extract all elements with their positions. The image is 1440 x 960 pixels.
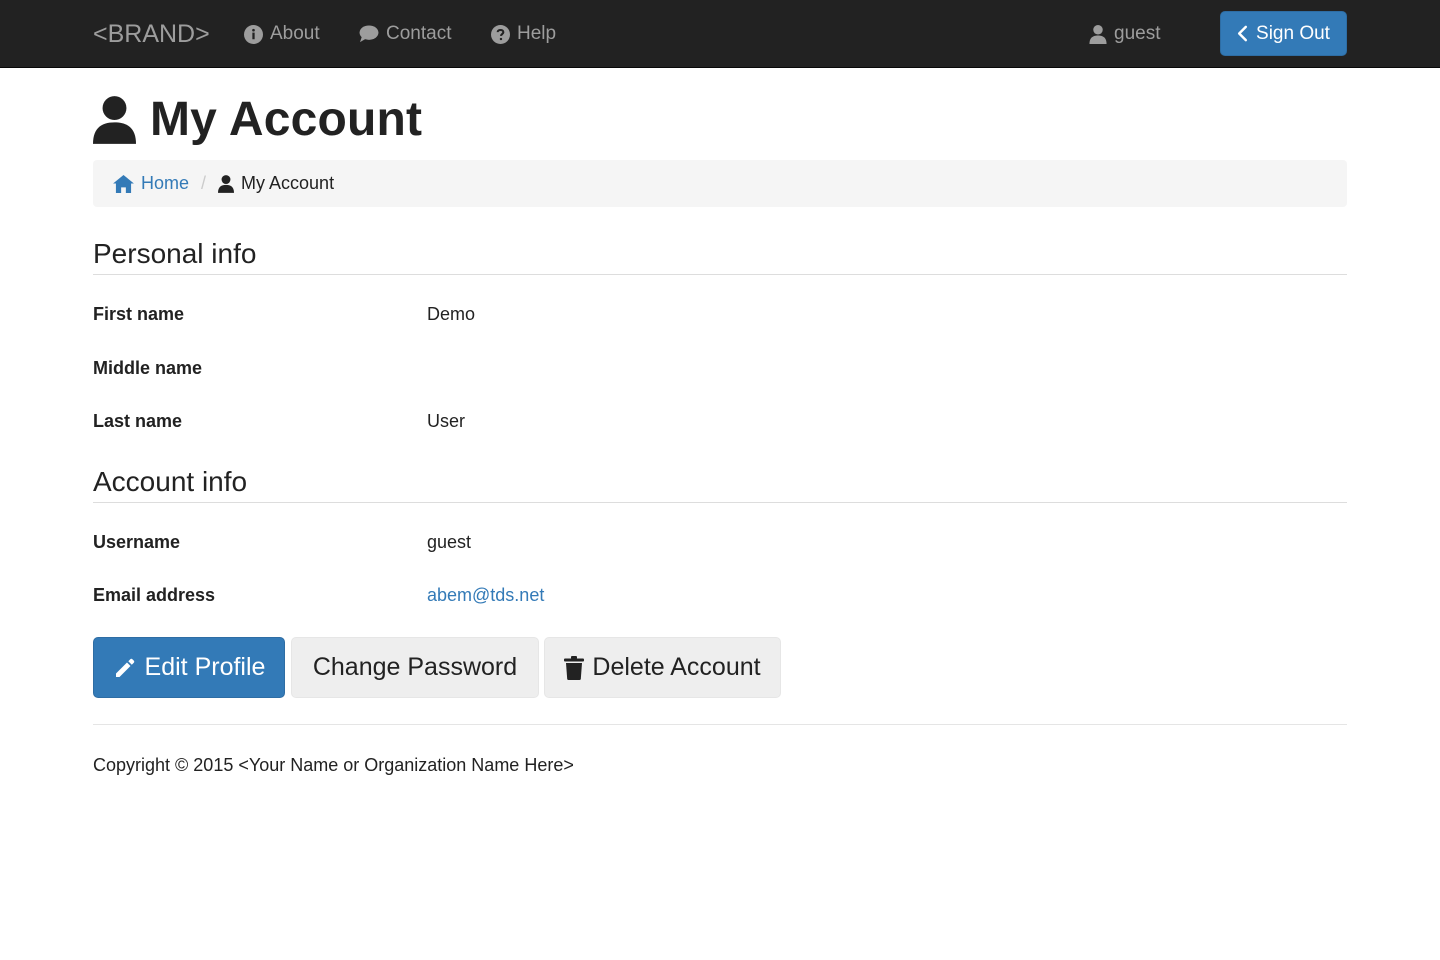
user-icon	[218, 174, 235, 193]
footer-copyright: Copyright © 2015 <Your Name or Organizat…	[93, 755, 574, 775]
user-icon	[93, 96, 136, 144]
change-password-button[interactable]: Change Password	[291, 637, 539, 698]
change-password-label: Change Password	[312, 653, 518, 681]
nav-contact-link[interactable]: Contact	[359, 20, 451, 48]
username-label: Username	[93, 532, 181, 552]
chevron-left-icon	[1237, 25, 1248, 42]
navbar: <BRAND> About Contact Help guest Sign Ou…	[0, 0, 1440, 68]
account-info-heading: Account info	[93, 467, 1347, 503]
delete-account-label: Delete Account	[592, 653, 761, 681]
info-icon	[244, 24, 263, 44]
sign-out-label: Sign Out	[1256, 22, 1330, 44]
question-icon	[491, 24, 510, 44]
last-name-value: User	[427, 411, 466, 431]
nav-user-link[interactable]: guest	[1089, 20, 1160, 48]
nav-help-label: Help	[517, 23, 557, 44]
breadcrumb-separator: /	[201, 173, 207, 193]
email-label: Email address	[93, 585, 216, 605]
sign-out-button[interactable]: Sign Out	[1220, 11, 1347, 56]
pencil-icon	[115, 658, 134, 677]
first-name-value: Demo	[427, 304, 476, 324]
first-name-label: First name	[93, 304, 185, 324]
middle-name-label: Middle name	[93, 358, 203, 378]
nav-help-link[interactable]: Help	[491, 20, 556, 48]
breadcrumb-home-link[interactable]: Home	[113, 173, 189, 194]
breadcrumb: Home / My Account	[93, 160, 1347, 207]
nav-contact-label: Contact	[386, 23, 452, 44]
nav-about-link[interactable]: About	[244, 20, 320, 48]
delete-account-button[interactable]: Delete Account	[544, 637, 781, 698]
footer-divider	[93, 724, 1347, 725]
edit-profile-button[interactable]: Edit Profile	[93, 637, 285, 698]
nav-user-label: guest	[1114, 23, 1161, 44]
last-name-label: Last name	[93, 411, 183, 431]
username-value: guest	[427, 532, 472, 552]
nav-about-label: About	[270, 23, 320, 44]
personal-info-heading: Personal info	[93, 239, 1347, 275]
email-value: abem@tds.net	[427, 585, 544, 606]
comment-icon	[359, 25, 379, 43]
page-title-text: My Account	[150, 93, 423, 146]
breadcrumb-current: My Account	[218, 173, 334, 194]
home-icon	[113, 174, 134, 193]
user-icon	[1089, 24, 1107, 44]
breadcrumb-home-label: Home	[141, 173, 190, 193]
breadcrumb-current-label: My Account	[241, 173, 335, 193]
email-link[interactable]: abem@tds.net	[427, 585, 544, 605]
edit-profile-label: Edit Profile	[144, 653, 266, 681]
page-title: My Account	[93, 92, 422, 148]
brand-link[interactable]: <BRAND>	[93, 18, 210, 50]
trash-icon	[564, 655, 585, 680]
